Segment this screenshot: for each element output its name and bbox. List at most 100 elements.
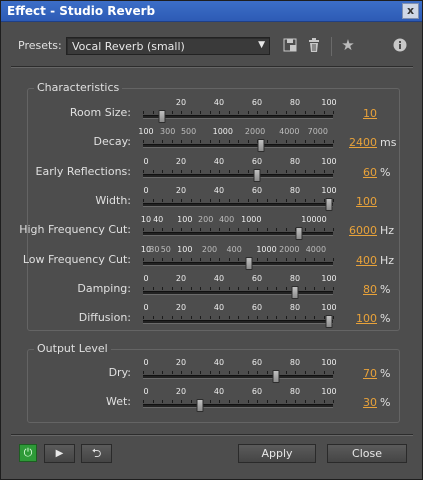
track-tick bbox=[190, 111, 192, 114]
room-size-scale: 20 40 60 80 100 bbox=[143, 98, 337, 112]
track-tick bbox=[171, 198, 173, 202]
diffusion-thumb[interactable] bbox=[325, 315, 333, 329]
play-preview-icon[interactable]: ▶ bbox=[44, 444, 75, 463]
track-tick bbox=[323, 400, 325, 403]
scale-label: 30 bbox=[149, 244, 160, 254]
width-scale: 0 20 40 60 80 100 bbox=[143, 186, 336, 200]
low-frequency-cut-label: Low Frequency Cut: bbox=[22, 252, 131, 266]
track-tick bbox=[238, 111, 239, 114]
track-tick bbox=[276, 111, 277, 114]
scale-label: 200 bbox=[201, 244, 218, 254]
track-tick bbox=[143, 400, 144, 403]
scale-label: 100 bbox=[177, 244, 193, 254]
scale-label: 100 bbox=[321, 387, 337, 396]
width-label: Width: bbox=[95, 193, 131, 207]
diffusion-value[interactable]: 100 bbox=[341, 312, 377, 325]
diffusion-slider[interactable]: 0 20 40 60 80 100 bbox=[143, 303, 337, 335]
track-tick bbox=[333, 371, 334, 374]
low-frequency-cut-value[interactable]: 400 bbox=[341, 254, 377, 267]
width-value[interactable]: 100 bbox=[341, 195, 377, 208]
presets-dropdown[interactable]: Vocal Reverb (small) ▼ bbox=[66, 37, 270, 55]
track-tick bbox=[190, 257, 192, 261]
width-thumb[interactable] bbox=[325, 197, 333, 211]
track-tick bbox=[304, 400, 306, 403]
wet-slider[interactable]: 0 20 40 60 80 100 bbox=[143, 387, 337, 419]
damping-slider[interactable]: 0 20 40 60 80 100 bbox=[143, 274, 337, 306]
track-tick bbox=[171, 286, 173, 290]
apply-button[interactable]: Apply bbox=[238, 444, 316, 463]
power-toggle-icon[interactable]: ⏻ bbox=[19, 444, 37, 462]
wet-thumb[interactable] bbox=[196, 399, 204, 412]
room-size-value[interactable]: 10 bbox=[341, 107, 377, 120]
early-reflections-thumb[interactable] bbox=[253, 168, 261, 182]
high-frequency-cut-value[interactable]: 6000 bbox=[341, 224, 377, 237]
damping-thumb[interactable] bbox=[291, 285, 299, 299]
close-button[interactable]: Close bbox=[327, 444, 407, 463]
low-frequency-cut-track[interactable] bbox=[143, 261, 333, 266]
early-reflections-scale: 0 20 40 60 80 100 bbox=[143, 157, 336, 171]
track-tick bbox=[162, 228, 163, 232]
early-reflections-track[interactable] bbox=[143, 173, 333, 178]
dry-slider[interactable]: 0 20 40 60 80 100 bbox=[143, 358, 337, 390]
track-tick bbox=[304, 316, 306, 320]
decay-track[interactable] bbox=[143, 144, 333, 149]
track-tick bbox=[143, 198, 144, 202]
damping-unit: % bbox=[380, 282, 391, 296]
scale-label: 2000 bbox=[244, 127, 266, 137]
high-frequency-cut-slider[interactable]: 10 40 100 200 400 1000 10000 bbox=[140, 215, 334, 247]
scale-label: 20 bbox=[175, 98, 187, 107]
track-tick bbox=[143, 169, 144, 173]
dry-track[interactable] bbox=[143, 375, 333, 379]
room-size-thumb[interactable] bbox=[158, 110, 166, 123]
early-reflections-value[interactable]: 60 bbox=[341, 166, 377, 179]
dry-thumb[interactable] bbox=[272, 370, 280, 383]
diffusion-track[interactable] bbox=[143, 320, 333, 325]
title-bar[interactable]: Effect - Studio Reverb x bbox=[1, 1, 422, 22]
scale-label: 0 bbox=[143, 303, 149, 313]
low-frequency-cut-thumb[interactable] bbox=[245, 256, 253, 270]
low-frequency-cut-slider[interactable]: 10 30 50 100 200 400 1000 2000 4000 bbox=[141, 244, 334, 277]
info-icon[interactable] bbox=[392, 38, 407, 53]
track-tick bbox=[285, 169, 287, 173]
damping-value[interactable]: 80 bbox=[341, 283, 377, 296]
track-tick bbox=[171, 400, 173, 403]
dry-value[interactable]: 70 bbox=[341, 367, 377, 380]
track-tick bbox=[333, 169, 334, 173]
track-tick bbox=[333, 286, 334, 290]
track-tick bbox=[323, 257, 325, 261]
decay-thumb[interactable] bbox=[257, 139, 265, 153]
track-tick bbox=[323, 111, 325, 114]
loop-icon[interactable]: ⮌ bbox=[81, 444, 112, 463]
room-size-slider[interactable]: 20 40 60 80 100 bbox=[143, 98, 337, 130]
separator bbox=[11, 66, 413, 68]
scale-label: 100 bbox=[321, 303, 337, 313]
track-tick bbox=[190, 140, 192, 144]
scale-label: 10 bbox=[140, 215, 152, 225]
width-track[interactable] bbox=[143, 202, 333, 207]
damping-track[interactable] bbox=[143, 290, 333, 295]
early-reflections-slider[interactable]: 0 20 40 60 80 100 bbox=[143, 157, 337, 189]
save-preset-icon[interactable] bbox=[282, 38, 298, 54]
wet-track[interactable] bbox=[143, 404, 333, 408]
track-tick bbox=[276, 169, 277, 173]
track-tick bbox=[219, 400, 220, 403]
track-tick bbox=[190, 371, 192, 374]
favorite-star-icon[interactable]: ★ bbox=[340, 37, 356, 53]
track-tick bbox=[181, 257, 182, 261]
track-tick bbox=[247, 400, 249, 403]
decay-value[interactable]: 2400 bbox=[341, 136, 377, 149]
wet-value[interactable]: 30 bbox=[341, 396, 377, 409]
scale-label: 40 bbox=[153, 215, 164, 225]
track-tick bbox=[295, 257, 296, 261]
track-tick bbox=[152, 257, 154, 261]
dry-label: Dry: bbox=[108, 366, 131, 379]
room-size-track[interactable] bbox=[143, 115, 333, 119]
close-window-icon[interactable]: x bbox=[402, 3, 419, 19]
track-tick bbox=[190, 316, 192, 320]
high-frequency-cut-track[interactable] bbox=[143, 232, 333, 237]
decay-slider[interactable]: 100 300 500 1000 2000 4000 7000 bbox=[138, 127, 334, 159]
width-slider[interactable]: 0 20 40 60 80 100 bbox=[143, 186, 337, 218]
high-frequency-cut-thumb[interactable] bbox=[295, 227, 303, 241]
delete-preset-icon[interactable] bbox=[306, 38, 322, 54]
track-tick bbox=[219, 371, 220, 374]
